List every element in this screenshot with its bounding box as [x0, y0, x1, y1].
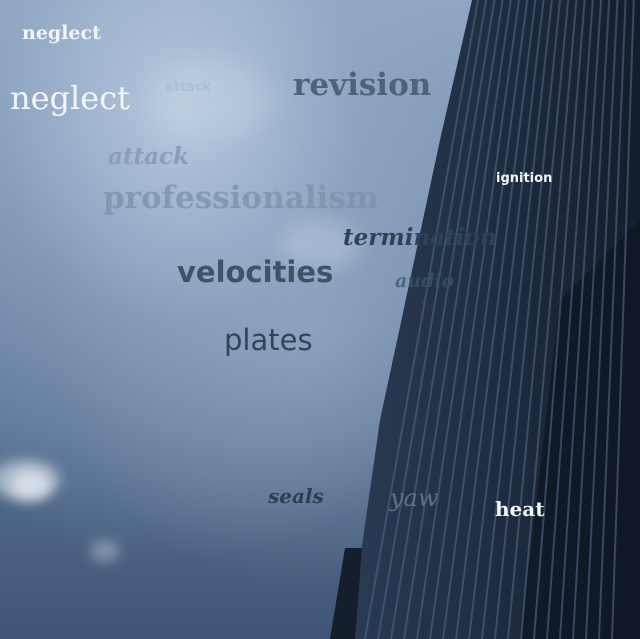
word-seals: seals: [268, 484, 324, 508]
word-yaw: yaw: [390, 484, 439, 512]
photo-scene: neglect neglect attack revision attack p…: [0, 0, 640, 639]
word-audio: audio: [395, 270, 455, 292]
word-heat: heat: [495, 497, 545, 521]
word-attack-script: attack: [108, 143, 189, 170]
word-attack-small: attack: [165, 80, 212, 95]
word-neglect-small: neglect: [22, 22, 101, 44]
word-termination: termination: [343, 224, 497, 251]
word-neglect-large: neglect: [10, 79, 130, 117]
word-ignition: ignition: [496, 171, 553, 186]
word-plates: plates: [224, 323, 313, 357]
word-revision: revision: [293, 67, 432, 103]
word-professionalism: professionalism: [103, 180, 379, 216]
word-velocities: velocities: [177, 255, 334, 289]
